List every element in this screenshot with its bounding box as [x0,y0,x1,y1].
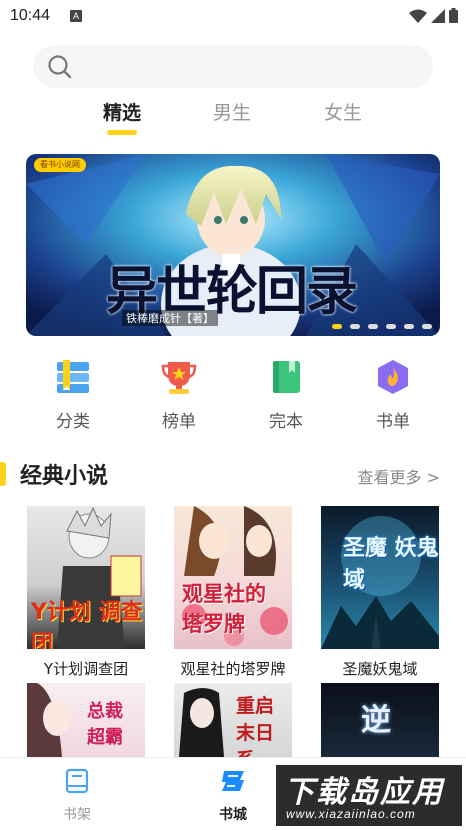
category-label: 书单 [376,412,410,432]
book-title: 观星社的塔罗牌 [180,660,286,678]
book-card[interactable]: 圣魔 妖鬼域 圣魔妖鬼域 [321,506,439,679]
carousel-dot[interactable] [368,324,378,329]
banner-author: 铁棒磨成针【著】 [122,310,218,326]
book-card[interactable]: 重启 末日系 [174,683,292,757]
battery-icon [449,8,458,23]
category-finished[interactable]: 完本 [246,358,326,432]
status-time: 10:44 [10,7,51,24]
search-input[interactable] [33,45,433,88]
carousel-indicators [332,324,432,329]
watermark-url: www.xiazaiinlao.com [286,807,416,821]
category-label: 榜单 [162,412,196,432]
nav-label: 书架 [63,807,91,823]
bookstore-icon [222,771,244,791]
cover-title: 观星社的 塔罗牌 [182,582,266,636]
watermark-text: 下载岛应用 [284,775,444,810]
nav-bookshelf[interactable]: 书架 [42,768,112,824]
book-cover: 圣魔 妖鬼域 [321,506,439,649]
book-cover: 总裁 超霸 [27,683,145,757]
book-cover: Y计划 调查团 [27,506,145,649]
cover-title: Y计划 调查团 [31,600,143,649]
bookshelf-icon [65,768,89,794]
status-icons [409,8,458,23]
category-shortcuts: 分类 榜单 完本 书单 [0,358,466,438]
cover-title: 圣魔 妖鬼域 [343,536,439,593]
book-card[interactable]: Y计划 调查团 Y计划调查团 [27,506,145,679]
banner-logo: 看书小说网 [34,158,86,172]
category-ranking[interactable]: 榜单 [139,358,219,432]
notification-icon: A [70,10,82,22]
category-label: 分类 [56,412,90,432]
tab-female[interactable]: 女生 [324,98,362,125]
category-classify[interactable]: 分类 [33,358,113,432]
section-accent [0,462,6,486]
tab-underline [107,130,137,135]
nav-label: 书城 [219,807,247,823]
book-title: 圣魔妖鬼域 [342,660,418,678]
carousel-dot[interactable] [422,324,432,329]
cover-title: 逆 [361,703,391,738]
cover-title: 总裁 超霸 [87,701,123,748]
signal-icon [431,8,445,23]
tab-male[interactable]: 男生 [213,98,251,125]
status-bar: 10:44 A [0,0,466,34]
carousel-dot[interactable] [350,324,360,329]
trophy-icon [161,362,197,394]
carousel-dot[interactable] [404,324,414,329]
book-card[interactable]: 逆 [321,683,439,757]
cover-title: 重启 末日系 [236,695,275,757]
book-card[interactable]: 总裁 超霸 [27,683,145,757]
booklist-icon [378,360,408,394]
category-tabs: 精选 男生 女生 [0,98,466,138]
carousel-dot[interactable] [386,324,396,329]
book-card[interactable]: 观星社的 塔罗牌 观星社的塔罗牌 [174,506,292,679]
book-cover: 观星社的 塔罗牌 [174,506,292,649]
book-cover: 重启 末日系 [174,683,292,757]
see-more-link[interactable]: 查看更多 > [358,464,441,488]
tab-featured[interactable]: 精选 [103,98,141,125]
nav-bookstore[interactable]: 书城 [198,768,268,824]
category-label: 完本 [269,412,303,432]
book-icon [273,361,300,393]
book-cover: 逆 [321,683,439,757]
search-icon [48,55,72,79]
watermark: 下载岛应用 www.xiazaiinlao.com [276,765,462,826]
section-title: 经典小说 [20,464,109,489]
category-booklist[interactable]: 书单 [353,358,433,432]
banner-carousel[interactable]: 看书小说网 异世轮回录 铁棒磨成针【著】 [26,154,440,336]
carousel-dot[interactable] [332,324,342,329]
book-title: Y计划调查团 [43,660,129,678]
wifi-icon [409,9,427,23]
list-icon [57,360,89,393]
